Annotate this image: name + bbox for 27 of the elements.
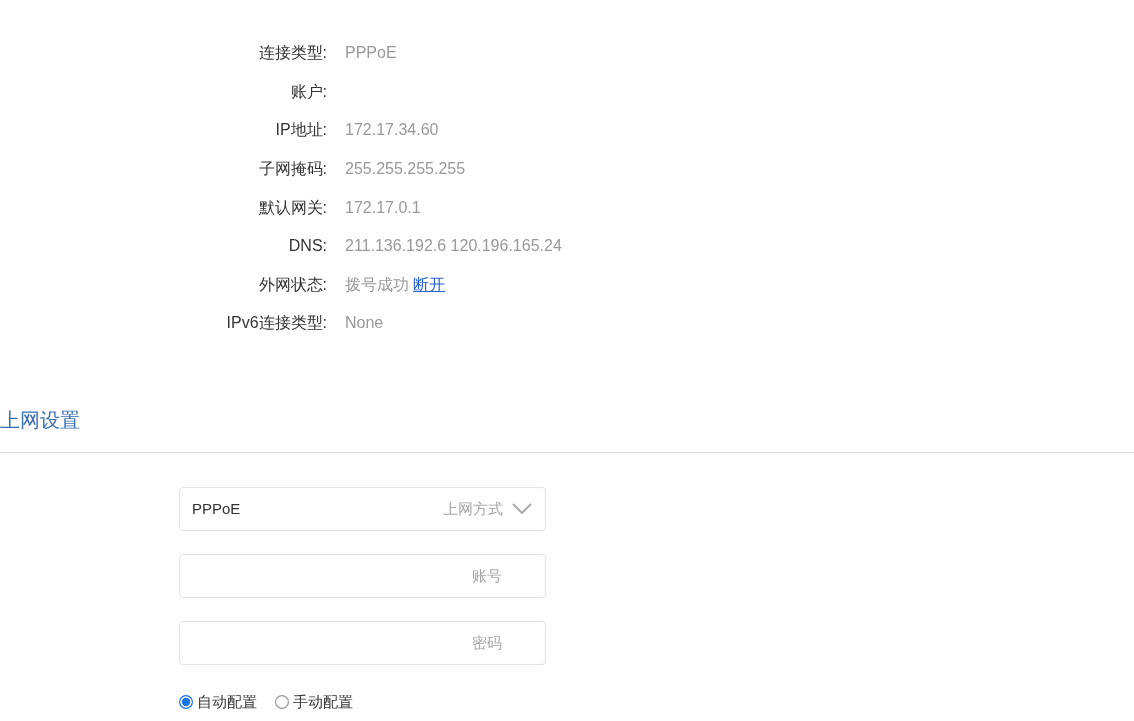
selected-value: PPPoE xyxy=(192,498,242,519)
info-value: 172.17.0.1 xyxy=(345,197,421,218)
info-value: 172.17.34.60 xyxy=(345,120,439,141)
info-label: IPv6连接类型: xyxy=(225,313,327,334)
info-label: 账户: xyxy=(289,81,327,102)
account-field[interactable]: 账号 xyxy=(179,553,546,598)
chevron-down-icon xyxy=(512,503,532,515)
field-label: 上网方式 xyxy=(443,498,503,519)
info-label: DNS: xyxy=(287,236,327,257)
radio-option[interactable]: 自动配置 xyxy=(179,690,257,714)
disconnect-link[interactable]: 断开 xyxy=(413,272,445,297)
info-value: 211.136.192.6 120.196.165.24 xyxy=(345,236,562,257)
radio-button-icon[interactable] xyxy=(275,695,289,709)
info-label: IP地址: xyxy=(274,120,327,141)
radio-button-icon[interactable] xyxy=(179,695,193,709)
info-label: 默认网关: xyxy=(257,197,327,218)
connection-type-select[interactable]: PPPoE 上网方式 xyxy=(179,486,546,531)
password-field[interactable]: 密码 xyxy=(179,620,546,665)
section-title: 上网设置 xyxy=(0,407,80,433)
info-value: PPPoE xyxy=(345,43,397,64)
info-label: 子网掩码: xyxy=(257,159,327,180)
info-value: None xyxy=(345,313,384,334)
info-label: 外网状态: xyxy=(257,274,327,295)
info-value: 拨号成功 xyxy=(345,274,409,295)
radio-option[interactable]: 手动配置 xyxy=(275,690,353,714)
info-value: 255.255.255.255 xyxy=(345,159,466,180)
info-label: 连接类型: xyxy=(257,43,327,64)
